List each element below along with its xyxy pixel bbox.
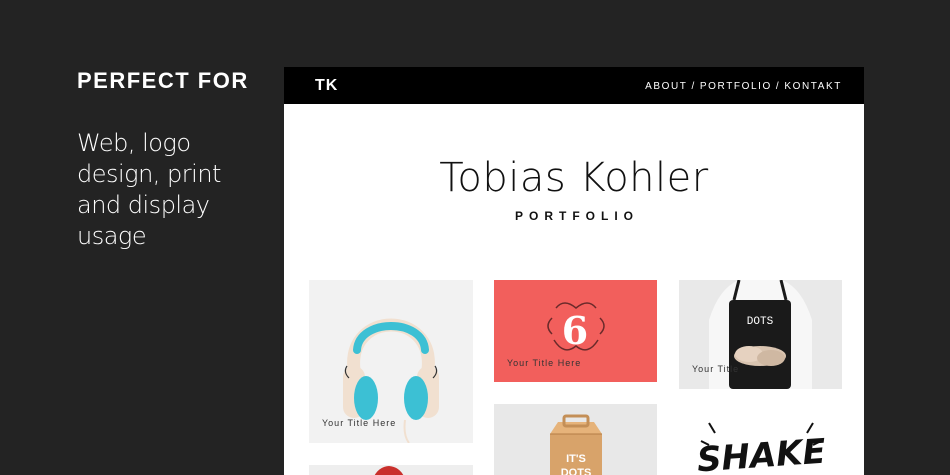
svg-text:DOTS: DOTS	[561, 467, 592, 475]
site-nav: ABOUT / PORTFOLIO / KONTAKT	[645, 81, 842, 92]
card-caption: Your Title	[692, 364, 740, 374]
portfolio-card-box[interactable]: IT'S DOTS	[494, 404, 657, 475]
portfolio-card-headphones[interactable]: Your Title Here	[309, 280, 473, 443]
site-subtitle: PORTFOLIO	[515, 209, 639, 223]
nav-separator: /	[691, 81, 696, 92]
nav-item-about[interactable]: ABOUT	[645, 81, 687, 92]
nav-item-portfolio[interactable]: PORTFOLIO	[700, 81, 772, 92]
box-image: IT'S DOTS	[550, 414, 602, 475]
portfolio-card-six[interactable]: 6 Your Title Here	[494, 280, 657, 382]
portfolio-card-shake[interactable]: SHAKE	[679, 411, 842, 475]
red-object-image	[374, 466, 404, 475]
portfolio-card-red[interactable]	[309, 465, 473, 475]
portfolio-card-apron[interactable]: DOTS Your Title	[679, 280, 842, 389]
six-badge: 6	[562, 308, 588, 353]
site-header: TK ABOUT / PORTFOLIO / KONTAKT	[284, 67, 864, 104]
promo-text: Web, logo design, print and display usag…	[77, 129, 221, 250]
shake-lettering: SHAKE	[696, 432, 827, 475]
nav-item-kontakt[interactable]: KONTAKT	[784, 81, 842, 92]
apron-dots-label: DOTS	[747, 316, 774, 328]
site-logo[interactable]: TK	[315, 77, 338, 95]
card-caption: Your Title Here	[322, 418, 397, 428]
svg-text:IT'S: IT'S	[566, 453, 586, 465]
nav-separator: /	[775, 81, 781, 92]
website-preview: TK ABOUT / PORTFOLIO / KONTAKT Tobias Kohler…	[284, 67, 864, 475]
card-caption: Your Title Here	[507, 358, 582, 368]
site-owner-name: Tobias Kohler	[439, 155, 709, 201]
shake-lettering-image: SHAKE	[696, 422, 827, 475]
promo-heading: PERFECT FOR	[77, 68, 249, 93]
